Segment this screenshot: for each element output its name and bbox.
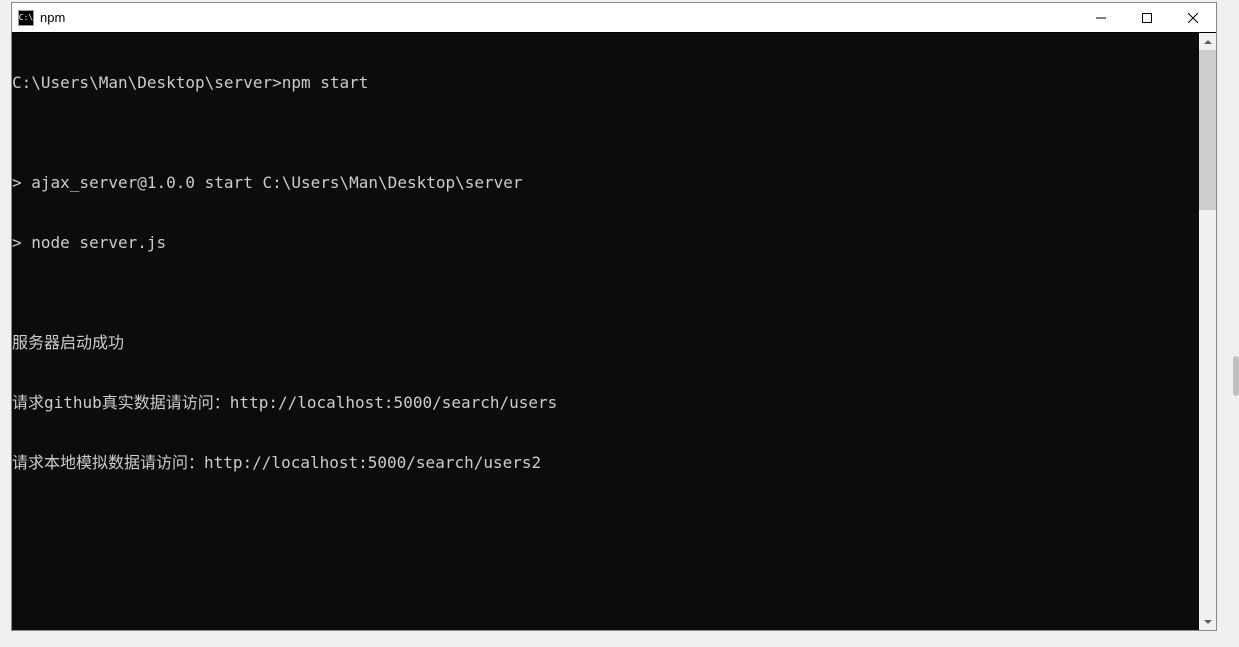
cmd-icon: C:\ [18, 10, 34, 26]
scroll-up-button[interactable] [1199, 33, 1216, 50]
close-icon [1188, 13, 1198, 23]
title-left: C:\ npm [12, 10, 65, 26]
terminal-output[interactable]: C:\Users\Man\Desktop\server>npm start > … [12, 33, 1199, 630]
terminal-line: 请求github真实数据请访问：http://localhost:5000/se… [12, 393, 1199, 413]
maximize-icon [1142, 13, 1152, 23]
page-scrollbar[interactable] [1229, 0, 1239, 647]
terminal-line: 服务器启动成功 [12, 333, 1199, 353]
terminal-body: C:\Users\Man\Desktop\server>npm start > … [12, 33, 1216, 630]
terminal-line: > ajax_server@1.0.0 start C:\Users\Man\D… [12, 173, 1199, 193]
scrollbar-track[interactable] [1199, 50, 1216, 613]
page-scrollbar-thumb[interactable] [1233, 356, 1239, 396]
terminal-line: 请求本地模拟数据请访问：http://localhost:5000/search… [12, 453, 1199, 473]
window-controls [1078, 3, 1216, 32]
chevron-down-icon [1204, 620, 1212, 624]
terminal-window: C:\ npm C:\Users\Man\Desktop\server>npm … [11, 2, 1217, 631]
scroll-down-button[interactable] [1199, 613, 1216, 630]
terminal-line: > node server.js [12, 233, 1199, 253]
close-button[interactable] [1170, 3, 1216, 32]
window-title: npm [40, 10, 65, 25]
titlebar[interactable]: C:\ npm [12, 3, 1216, 33]
minimize-button[interactable] [1078, 3, 1124, 32]
terminal-scrollbar[interactable] [1199, 33, 1216, 630]
terminal-line: C:\Users\Man\Desktop\server>npm start [12, 73, 1199, 93]
scrollbar-thumb[interactable] [1199, 50, 1216, 210]
maximize-button[interactable] [1124, 3, 1170, 32]
minimize-icon [1096, 13, 1106, 23]
chevron-up-icon [1204, 40, 1212, 44]
